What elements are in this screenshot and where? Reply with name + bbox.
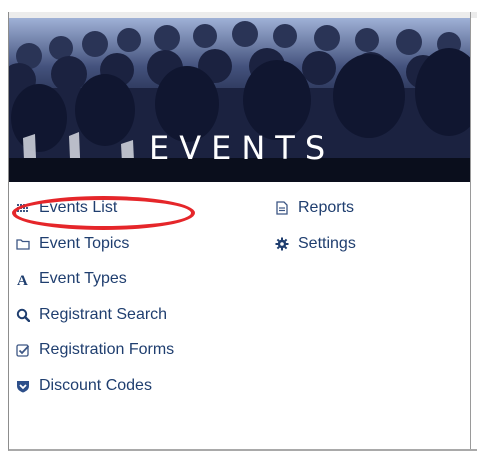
hero-title: EVENTS xyxy=(149,129,336,167)
search-icon xyxy=(16,308,30,322)
menu-item-registration-forms[interactable]: Registration Forms xyxy=(16,340,174,376)
menu-item-label: Event Types xyxy=(39,270,127,287)
gear-icon xyxy=(275,237,289,251)
menu-item-label: Registrant Search xyxy=(39,305,168,323)
menu-item-registrant-search[interactable]: Registrant Search xyxy=(16,305,174,341)
menu-item-label: Settings xyxy=(298,234,356,252)
document-icon xyxy=(275,201,289,215)
letter-a-icon: A xyxy=(16,272,30,286)
panel-right-rule xyxy=(470,12,471,449)
menu-item-event-topics[interactable]: Event Topics xyxy=(16,234,174,270)
events-panel: EVENTS Events List Event Topics A Event … xyxy=(8,12,477,451)
shield-tag-icon xyxy=(16,379,30,393)
menu-item-label: Reports xyxy=(298,199,355,216)
menu-item-label: Event Topics xyxy=(39,234,130,252)
menu-item-label: Discount Codes xyxy=(39,376,152,394)
menu-item-settings[interactable]: Settings xyxy=(275,234,356,270)
menu-item-event-types[interactable]: A Event Types xyxy=(16,269,174,305)
folder-icon xyxy=(16,237,30,251)
svg-text:A: A xyxy=(17,273,28,286)
menu-item-discount-codes[interactable]: Discount Codes xyxy=(16,376,174,412)
events-menu-secondary: Reports Settings xyxy=(275,198,356,269)
check-square-icon xyxy=(16,343,30,357)
events-hero-banner: EVENTS xyxy=(9,18,470,182)
highlight-annotation-circle xyxy=(12,196,195,230)
menu-item-label: Registration Forms xyxy=(39,341,175,358)
menu-item-reports[interactable]: Reports xyxy=(275,198,356,234)
